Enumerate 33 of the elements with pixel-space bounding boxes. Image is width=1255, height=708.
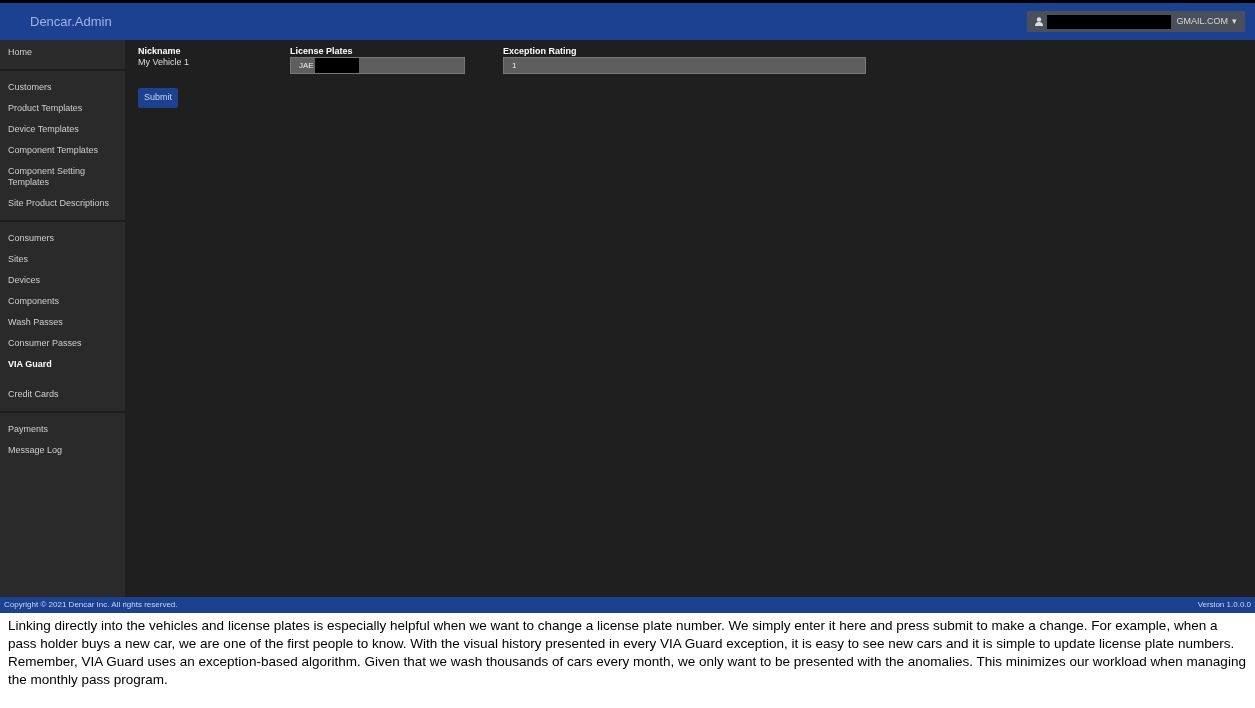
sidebar-item[interactable]: VIA Guard [0,354,125,375]
sidebar-item[interactable]: Consumer Passes [0,333,125,354]
input-field[interactable]: JAE [290,57,465,74]
caret-icon: ▾ [1232,14,1237,29]
sidebar-item[interactable]: Credit Cards [0,384,125,405]
caption-paragraph: Linking directly into the vehicles and license plates is especially helpful when we want to change a license plate number. We simply enter it here and press submit to make a change. For example, when a pass holder buys a new car, we are one of the first people to know. With the visual history presented in every VIA Guard exception, it is easy to see new cars and it is simple to update license plate numbers. Remember, VIA Guard uses an exception-based algorithm. Given that we wash thousands of cars every month, we only want to be presented with the anomalies. This minimizes our workload when managing the monthly pass program. [7,617,1247,689]
redaction-bar [314,58,359,73]
sidebar-item[interactable]: Home [0,42,125,63]
user-menu-button[interactable]: GMAIL.COM ▾ [1027,11,1245,32]
sidebar-item[interactable]: Consumers [0,228,125,249]
field-value: My Vehicle 1 [138,57,191,68]
sidebar-item[interactable]: Customers [0,77,125,98]
copyright-text: Copyright © 2021 Dencar Inc. All rights reserved. [4,599,178,611]
sidebar-item[interactable]: Components [0,291,125,312]
input-field[interactable]: 1 [503,57,866,74]
sidebar-item[interactable]: Sites [0,249,125,270]
brand-link[interactable]: Dencar.Admin [30,11,112,32]
field-label: License Plates [290,46,354,57]
sidebar-item[interactable]: Wash Passes [0,312,125,333]
sidebar-item[interactable]: Message Log [0,440,125,461]
sidebar-item[interactable]: Component Setting Templates [0,161,125,193]
field-label: Exception Rating [503,46,578,57]
sidebar-item[interactable]: Component Templates [0,140,125,161]
sidebar-item[interactable]: Devices [0,270,125,291]
field-label: Nickname [138,46,182,57]
sidebar-item[interactable]: Product Templates [0,98,125,119]
submit-button[interactable]: Submit [138,88,178,108]
sidebar-item[interactable]: Device Templates [0,119,125,140]
user-email: GMAIL.COM [1176,14,1228,28]
version-text: Version 1.0.0.0 [1197,599,1251,611]
sidebar-item[interactable]: Payments [0,419,125,440]
user-icon [1035,17,1043,26]
sidebar-item[interactable]: Site Product Descriptions [0,193,125,214]
